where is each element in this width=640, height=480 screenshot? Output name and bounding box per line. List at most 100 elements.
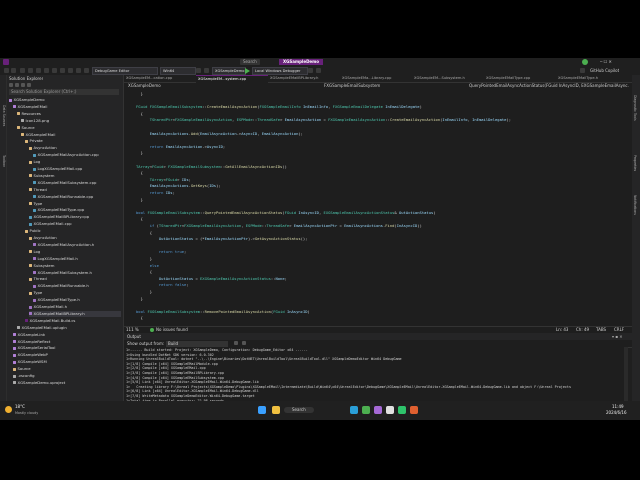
tree-item[interactable]: XGSampleEMail: [21, 132, 121, 138]
files-icon[interactable]: [272, 406, 280, 414]
clear-output-icon[interactable]: [234, 341, 238, 345]
toolbox-tab[interactable]: Toolbox: [0, 155, 6, 185]
sync-icon[interactable]: [15, 83, 19, 87]
search-box[interactable]: Search: [240, 59, 260, 65]
config-icon[interactable]: [60, 68, 65, 73]
code-editor[interactable]: }FGuid FXGSampleEmailSubsystem::CreateEm…: [124, 89, 632, 326]
editor-tab[interactable]: XGSampleEMailType.cpp: [484, 75, 556, 82]
attach-icon[interactable]: [308, 68, 313, 73]
wechat-icon[interactable]: [398, 406, 406, 414]
tree-item[interactable]: XGSampleEMailType.cpp: [33, 207, 121, 213]
tree-item[interactable]: XGSampleEMailBPLibrary.h: [29, 310, 121, 317]
platform-dropdown[interactable]: Win64: [160, 67, 196, 75]
tree-item[interactable]: XGSampleDemo.uproject: [13, 380, 121, 386]
tree-item[interactable]: XGSampleEMail.uplugin: [17, 325, 121, 331]
code-line[interactable]: FGuid FXGSampleEmailSubsystem::CreateEma…: [136, 104, 422, 111]
output-text[interactable]: 1>------ Build started: Project: XGSampl…: [124, 347, 624, 404]
tree-item[interactable]: XGSampleEMail.h: [29, 304, 121, 310]
layout-icon[interactable]: [44, 68, 49, 73]
account-avatar[interactable]: [582, 59, 588, 65]
search-icon[interactable]: [68, 68, 73, 73]
code-line[interactable]: TArray<FGuid> FXGSampleEmailSubsystem::G…: [136, 164, 287, 171]
editor-tab[interactable]: XGSampleEM...Subsystem.h: [412, 75, 484, 82]
tree-item[interactable]: XGSampleEMail.Build.cs: [25, 318, 121, 324]
tree-item[interactable]: Log: [29, 159, 121, 165]
code-line[interactable]: }: [136, 197, 143, 204]
unreal-icon[interactable]: [386, 406, 394, 414]
settings-icon[interactable]: [52, 68, 57, 73]
tree-item[interactable]: Type: [29, 201, 121, 207]
notifications-tab[interactable]: Notifications: [633, 195, 637, 215]
startup-project-dropdown[interactable]: XGSampleDemo: [212, 67, 246, 75]
redo-icon[interactable]: [36, 68, 41, 73]
tree-item[interactable]: Source: [17, 125, 121, 131]
tree-item[interactable]: XGSampleEMailBPLibrary.cpp: [29, 214, 121, 220]
code-line[interactable]: return true;: [136, 249, 186, 256]
windows-icon[interactable]: [258, 406, 266, 414]
code-line[interactable]: {: [136, 170, 143, 177]
tree-item[interactable]: AsyncAction: [29, 235, 121, 241]
new-icon[interactable]: [84, 68, 89, 73]
code-line[interactable]: {: [136, 315, 143, 322]
tree-item[interactable]: LogXGSampleEMail.h: [33, 256, 121, 262]
word-wrap-icon[interactable]: [242, 341, 246, 345]
undo-icon[interactable]: [28, 68, 33, 73]
home-icon[interactable]: [9, 83, 13, 87]
editor-tab[interactable]: XGSampleEMailType.h: [556, 75, 628, 82]
solution-search-input[interactable]: Search Solution Explorer (Ctrl+;): [9, 89, 119, 95]
device-icon[interactable]: [196, 68, 201, 73]
vs-icon[interactable]: [374, 406, 382, 414]
code-line[interactable]: if (TSharedPtr<FXGSampleEmailAsyncAction…: [136, 223, 422, 230]
tree-item[interactable]: LogXGSampleEMail.cpp: [33, 166, 121, 172]
diagnostic-tools-tab[interactable]: Diagnostic Tools: [633, 95, 637, 121]
code-line[interactable]: }: [136, 150, 143, 157]
output-scrollbar[interactable]: [624, 347, 628, 404]
code-line[interactable]: bool FXGSampleEmailSubsystem::RemovePoin…: [136, 309, 310, 316]
tree-item[interactable]: XGSampleEMailSubsystem.cpp: [33, 180, 121, 186]
config-dropdown[interactable]: DebugGame Editor: [92, 67, 158, 75]
code-line[interactable]: return false;: [136, 282, 189, 289]
editor-tab[interactable]: XGSampleEMailBPLibrary.h: [268, 75, 340, 82]
code-line[interactable]: EmailAsyncActions.GetKeys(IDs);: [136, 183, 221, 190]
tree-item[interactable]: Thread: [29, 187, 121, 193]
collapse-icon[interactable]: [21, 83, 25, 87]
app-icon[interactable]: [410, 406, 418, 414]
save-icon[interactable]: [20, 68, 25, 73]
data-sources-tab[interactable]: Data Sources: [0, 105, 6, 145]
tree-item[interactable]: Icon128.png: [21, 118, 121, 124]
tree-item[interactable]: Subsystem: [29, 263, 121, 269]
code-line[interactable]: TSharedPtr<FXGSampleEmailAsyncAction, ES…: [136, 117, 511, 124]
code-line[interactable]: {: [136, 111, 143, 118]
code-line[interactable]: {: [136, 269, 152, 276]
output-source-dropdown[interactable]: Build: [166, 340, 228, 347]
copilot-icon[interactable]: [580, 68, 585, 73]
tree-item[interactable]: XGSampleWebP: [13, 352, 121, 358]
window-controls[interactable]: ─ ☐ ✕: [600, 59, 612, 65]
play-icon[interactable]: [245, 68, 250, 74]
tools-icon[interactable]: [204, 68, 209, 73]
forward-icon[interactable]: [11, 68, 16, 73]
taskbar-search[interactable]: Search: [284, 407, 314, 413]
tree-item[interactable]: XGSampleEMailSubsystem.h: [33, 270, 121, 276]
tree-item[interactable]: XGSampleLink: [13, 332, 121, 338]
code-line[interactable]: EmailAsyncActions.Add(EmailAsyncAction->…: [136, 131, 303, 138]
code-line[interactable]: }: [136, 289, 152, 296]
tree-item[interactable]: XGSampleEMailRunnable.cpp: [33, 194, 121, 200]
code-line[interactable]: {: [136, 216, 143, 223]
edge-icon[interactable]: [350, 406, 358, 414]
extensions-icon[interactable]: [76, 68, 81, 73]
live-share-icon[interactable]: [316, 68, 321, 73]
editor-tab[interactable]: XGSampleEMa...Library.cpp: [340, 75, 412, 82]
tree-item[interactable]: XGSampleReflect: [13, 339, 121, 345]
code-line[interactable]: OutActionStatus = EXGSampleEmailAsyncAct…: [136, 276, 287, 283]
tree-item[interactable]: Subsystem: [29, 173, 121, 179]
code-line[interactable]: return IDs;: [136, 190, 175, 197]
code-line[interactable]: }: [136, 91, 143, 98]
code-line[interactable]: bool FXGSampleEmailSubsystem::QueryPoint…: [136, 210, 436, 217]
tree-item[interactable]: XGSampleEMailRunnable.h: [33, 283, 121, 289]
back-icon[interactable]: [4, 68, 9, 73]
tree-item[interactable]: .vsconfig: [13, 373, 121, 379]
code-line[interactable]: TArray<FGuid> IDs;: [136, 177, 191, 184]
tree-item[interactable]: AsyncAction: [29, 145, 121, 151]
filter-icon[interactable]: [27, 83, 31, 87]
